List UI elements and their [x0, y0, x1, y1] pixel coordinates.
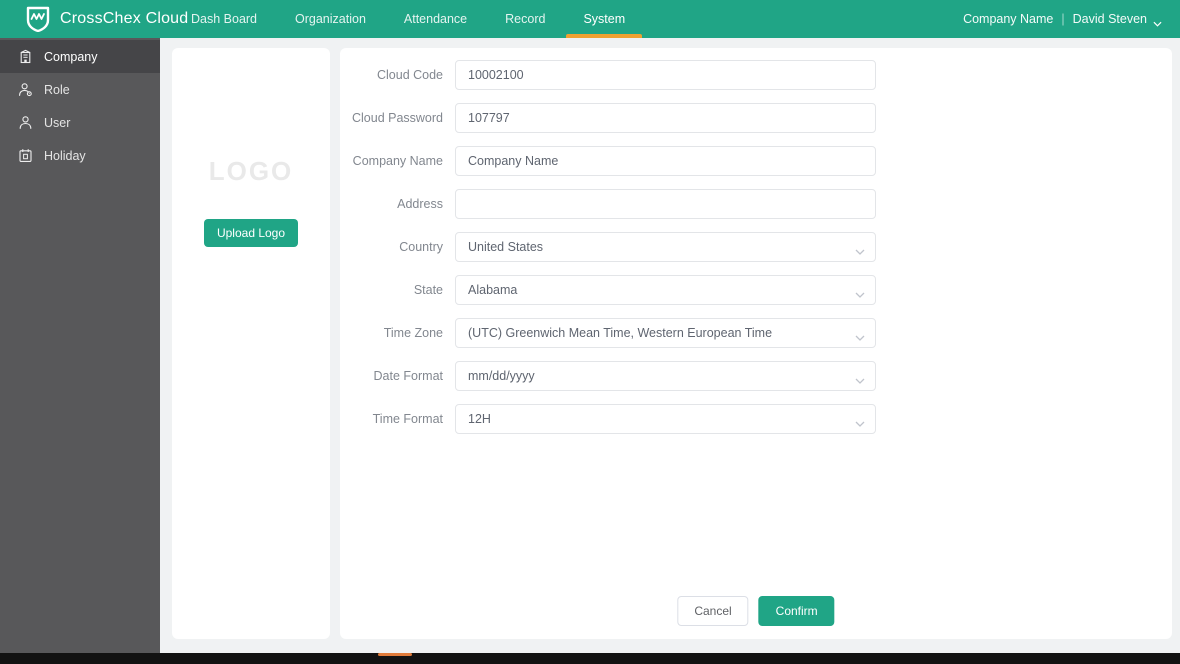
form-actions: Cancel Confirm	[677, 596, 835, 626]
selected-value: mm/dd/yyyy	[468, 369, 535, 383]
building-icon	[18, 49, 33, 64]
field-label: Company Name	[352, 154, 443, 168]
cloud-password-input[interactable]	[455, 103, 876, 133]
nav-tab-label: Dash Board	[191, 12, 258, 26]
selected-value: Alabama	[468, 283, 518, 297]
form-row-state: State Alabama	[340, 275, 1172, 305]
app-title: CrossChex Cloud	[60, 10, 189, 27]
field-label: Cloud Password	[351, 111, 443, 125]
field-label: Time Format	[372, 412, 443, 426]
brand: CrossChex Cloud	[0, 0, 188, 38]
topbar-user-name: David Steven	[1072, 12, 1147, 26]
field-label: Country	[399, 240, 443, 254]
nav-tab-record[interactable]: Record	[486, 0, 564, 38]
nav-tab-label: Organization	[295, 12, 366, 26]
field-label: State	[413, 283, 443, 297]
content-area: LOGO Upload Logo Cloud Code Cloud Passwo…	[160, 38, 1180, 653]
nav-tab-label: Attendance	[403, 12, 468, 26]
confirm-button[interactable]: Confirm	[758, 596, 835, 626]
state-select[interactable]: Alabama	[455, 275, 876, 305]
selected-value: United States	[468, 240, 544, 254]
nav-tab-label: System	[583, 12, 626, 26]
cloud-code-input[interactable]	[455, 60, 876, 90]
user-icon	[18, 115, 33, 130]
selected-value: (UTC) Greenwich Mean Time, Western Europ…	[468, 326, 773, 340]
logo-panel: LOGO Upload Logo	[172, 48, 330, 639]
bottom-orange-accent	[378, 653, 412, 656]
nav-tab-dashboard[interactable]: Dash Board	[172, 0, 276, 38]
logo-placeholder: LOGO	[208, 156, 294, 186]
chevron-down-icon	[855, 330, 865, 341]
chevron-down-icon	[855, 416, 865, 427]
calendar-icon	[18, 148, 33, 163]
company-settings-form: Cloud Code Cloud Password Company Name A…	[340, 48, 1172, 639]
form-row-cloud-code: Cloud Code	[340, 60, 1172, 90]
field-label: Address	[397, 197, 443, 211]
top-bar: CrossChex Cloud Dash Board Organization …	[0, 0, 1180, 38]
nav-tab-label: Record	[505, 12, 546, 26]
nav-tab-attendance[interactable]: Attendance	[385, 0, 486, 38]
field-label: Time Zone	[383, 326, 443, 340]
topbar-company-name: Company Name	[963, 12, 1054, 26]
chevron-down-icon	[855, 373, 865, 384]
form-row-company-name: Company Name	[340, 146, 1172, 176]
sidebar-item-label: Company	[44, 49, 98, 64]
upload-logo-button[interactable]: Upload Logo	[203, 219, 299, 247]
sidebar-item-company[interactable]: Company	[0, 40, 160, 73]
sidebar-item-role[interactable]: Role	[0, 73, 160, 106]
nav-tab-system[interactable]: System	[564, 0, 644, 38]
role-icon	[18, 82, 33, 97]
crosschex-shield-logo-icon	[26, 6, 50, 33]
address-input[interactable]	[455, 189, 876, 219]
sidebar-item-label: Role	[44, 82, 70, 97]
time-format-select[interactable]: 12H	[455, 404, 876, 434]
company-name-input[interactable]	[455, 146, 876, 176]
sidebar-item-user[interactable]: User	[0, 106, 160, 139]
sidebar-item-label: Holiday	[44, 148, 86, 163]
selected-value: 12H	[468, 412, 491, 426]
main-nav: Dash Board Organization Attendance Recor…	[172, 0, 644, 38]
separator: |	[1061, 12, 1065, 26]
cancel-button[interactable]: Cancel	[677, 596, 749, 626]
field-label: Date Format	[373, 369, 443, 383]
form-row-date-format: Date Format mm/dd/yyyy	[340, 361, 1172, 391]
country-select[interactable]: United States	[455, 232, 876, 262]
form-row-country: Country United States	[340, 232, 1172, 262]
form-row-cloud-password: Cloud Password	[340, 103, 1172, 133]
sidebar: Company Role User Holiday	[0, 38, 160, 653]
user-menu[interactable]: Company Name | David Steven	[963, 0, 1180, 38]
nav-tab-organization[interactable]: Organization	[276, 0, 385, 38]
form-row-time-format: Time Format 12H	[340, 404, 1172, 434]
date-format-select[interactable]: mm/dd/yyyy	[455, 361, 876, 391]
chevron-down-icon	[855, 287, 865, 298]
field-label: Cloud Code	[376, 68, 443, 82]
time-zone-select[interactable]: (UTC) Greenwich Mean Time, Western Europ…	[455, 318, 876, 348]
chevron-down-icon	[855, 244, 865, 255]
sidebar-item-holiday[interactable]: Holiday	[0, 139, 160, 172]
form-row-time-zone: Time Zone (UTC) Greenwich Mean Time, Wes…	[340, 318, 1172, 348]
main-area: Company Role User Holiday LOGO Upload Lo…	[0, 38, 1180, 653]
chevron-down-icon	[1153, 16, 1162, 27]
bottom-bar	[0, 653, 1180, 664]
sidebar-item-label: User	[44, 115, 71, 130]
form-row-address: Address	[340, 189, 1172, 219]
